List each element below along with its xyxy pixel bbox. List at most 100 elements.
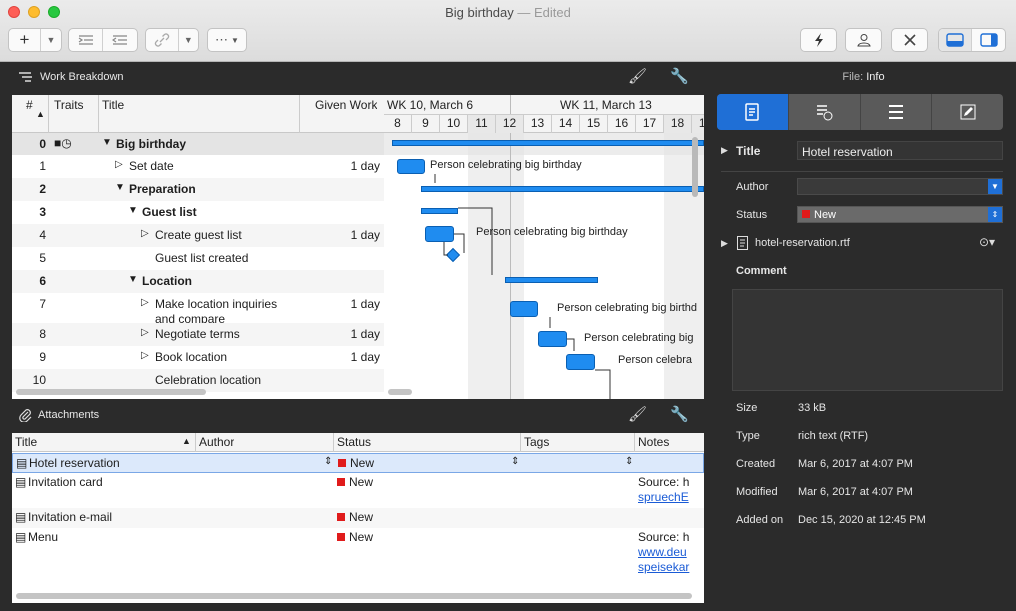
outline-row[interactable]: 1 ▷ Set date 1 day: [12, 155, 384, 178]
row-title[interactable]: Preparation: [129, 182, 196, 196]
outline-row[interactable]: 5 Guest list created: [12, 247, 384, 270]
chevron-down-icon[interactable]: ▼: [41, 29, 61, 51]
outline-row[interactable]: 0 ■◷ ▼ Big birthday: [12, 133, 384, 155]
title-label: Title: [736, 144, 761, 158]
brush-icon[interactable]: 🖌: [628, 67, 647, 85]
row-given-work[interactable]: 1 day: [351, 350, 380, 364]
row-given-work[interactable]: 1 day: [351, 327, 380, 341]
plus-icon[interactable]: +: [9, 29, 41, 51]
outline-row[interactable]: 3 ▼ Guest list: [12, 201, 384, 224]
attachment-row[interactable]: ▤ Menu New Source: h www.deu speisekar: [12, 528, 704, 574]
disclosure-triangle-icon[interactable]: ▼: [128, 205, 138, 216]
outline-table: # ▲ Traits Title Given Work 0 ■◷ ▼ Big birt…: [12, 95, 384, 399]
column-num[interactable]: #: [26, 98, 33, 112]
author-updown-icon[interactable]: ⇕: [324, 456, 332, 467]
row-title[interactable]: Guest list: [142, 205, 197, 219]
outline-row[interactable]: 2 ▼ Preparation: [12, 178, 384, 201]
attachment-notes[interactable]: www.deu: [638, 545, 690, 559]
outline-row[interactable]: 8 ▷ Negotiate terms 1 day: [12, 323, 384, 346]
attachment-status[interactable]: New: [337, 475, 373, 489]
author-select[interactable]: ▼: [797, 178, 1003, 195]
column-given-work[interactable]: Given Work: [315, 98, 377, 112]
disclosure-triangle-icon[interactable]: ▶: [721, 145, 728, 156]
row-title[interactable]: Negotiate terms: [155, 327, 240, 341]
ellipsis-circle-icon[interactable]: ⊙▾: [979, 235, 995, 249]
attachment-title[interactable]: Invitation e-mail: [28, 510, 112, 524]
gantt-horizontal-scrollbar[interactable]: [388, 389, 412, 395]
disclosure-triangle-icon[interactable]: ▼: [102, 137, 112, 148]
attachment-status[interactable]: New: [337, 510, 373, 524]
outdent-icon[interactable]: [103, 29, 137, 51]
attachment-notes[interactable]: Source: h: [638, 475, 690, 489]
attachment-notes[interactable]: spruechE: [638, 490, 690, 504]
disclosure-triangle-icon[interactable]: ▶: [721, 238, 728, 249]
disclosure-triangle-icon[interactable]: ▷: [141, 350, 149, 361]
title-field[interactable]: Hotel reservation: [797, 141, 1003, 160]
column-author[interactable]: Author: [199, 435, 234, 449]
indent-icon[interactable]: [69, 29, 104, 51]
bolt-button[interactable]: [800, 28, 837, 52]
attachment-title[interactable]: Invitation card: [28, 475, 103, 489]
disclosure-triangle-icon[interactable]: ▷: [141, 297, 149, 308]
column-title[interactable]: Title: [15, 435, 37, 449]
attachments-scrollbar[interactable]: [16, 593, 692, 599]
status-select[interactable]: New ⇕: [797, 206, 1003, 223]
tags-updown-icon[interactable]: ⇕: [625, 456, 633, 467]
attachment-row[interactable]: ▤ Invitation card New Source: h spruechE: [12, 473, 704, 508]
chevron-down-icon[interactable]: ▼: [179, 29, 198, 51]
more-actions-button[interactable]: ⋯ ▼: [207, 28, 247, 52]
vertical-scrollbar[interactable]: [692, 137, 698, 197]
right-pane-icon[interactable]: [972, 29, 1005, 51]
attachment-row[interactable]: ▤ Invitation e-mail New: [12, 508, 704, 528]
row-given-work[interactable]: 1 day: [351, 228, 380, 242]
column-status[interactable]: Status: [337, 435, 371, 449]
row-given-work[interactable]: 1 day: [351, 297, 380, 311]
tools-button[interactable]: [891, 28, 928, 52]
person-button[interactable]: [845, 28, 882, 52]
outline-row[interactable]: 6 ▼ Location: [12, 270, 384, 293]
wrench-icon[interactable]: 🔧: [670, 67, 689, 85]
attachment-title[interactable]: Menu: [28, 530, 58, 544]
wrench-icon[interactable]: 🔧: [670, 405, 689, 423]
attachment-title[interactable]: Hotel reservation: [29, 456, 120, 470]
outline-row[interactable]: 4 ▷ Create guest list 1 day: [12, 224, 384, 247]
column-tags[interactable]: Tags: [524, 435, 549, 449]
outline-row[interactable]: 9 ▷ Book location 1 day: [12, 346, 384, 369]
attachment-status[interactable]: New: [338, 456, 374, 470]
document-icon: ▤: [15, 475, 27, 489]
tab-edit[interactable]: [931, 94, 1003, 130]
column-traits[interactable]: Traits: [54, 98, 84, 112]
disclosure-triangle-icon[interactable]: ▼: [128, 274, 138, 285]
disclosure-triangle-icon[interactable]: ▷: [141, 327, 149, 338]
comment-field[interactable]: [732, 289, 1003, 391]
disclosure-triangle-icon[interactable]: ▼: [115, 182, 125, 193]
row-title[interactable]: Book location: [155, 350, 227, 364]
row-title[interactable]: Location: [142, 274, 192, 288]
outline-row[interactable]: 7 ▷ Make location inquiries and compare 1 da…: [12, 293, 384, 326]
row-title[interactable]: Make location inquiries: [155, 297, 277, 311]
file-name[interactable]: hotel-reservation.rtf: [755, 237, 850, 249]
disclosure-triangle-icon[interactable]: ▷: [115, 159, 123, 170]
column-title[interactable]: Title: [102, 98, 124, 112]
tab-list[interactable]: [859, 94, 932, 130]
attachment-row[interactable]: ▤ Hotel reservation New ⇕ ⇕ ⇕: [12, 453, 704, 473]
row-title[interactable]: Celebration location: [155, 373, 261, 387]
indent-segment: [68, 28, 138, 52]
tab-info[interactable]: [717, 94, 788, 130]
row-title[interactable]: Create guest list: [155, 228, 242, 242]
horizontal-scrollbar[interactable]: [16, 389, 206, 395]
row-title[interactable]: Big birthday: [116, 137, 186, 151]
attachment-notes[interactable]: speisekar: [638, 560, 690, 574]
bottom-pane-icon[interactable]: [939, 29, 973, 51]
brush-icon[interactable]: 🖌: [628, 405, 647, 423]
attachment-status[interactable]: New: [337, 530, 373, 544]
row-title[interactable]: Set date: [129, 159, 174, 173]
attachment-notes[interactable]: Source: h: [638, 530, 690, 544]
status-updown-icon[interactable]: ⇕: [511, 456, 519, 467]
disclosure-triangle-icon[interactable]: ▷: [141, 228, 149, 239]
link-icon[interactable]: [146, 29, 179, 51]
row-given-work[interactable]: 1 day: [351, 159, 380, 173]
row-title[interactable]: Guest list created: [155, 251, 248, 265]
column-notes[interactable]: Notes: [638, 435, 669, 449]
tab-cost[interactable]: [787, 94, 860, 130]
